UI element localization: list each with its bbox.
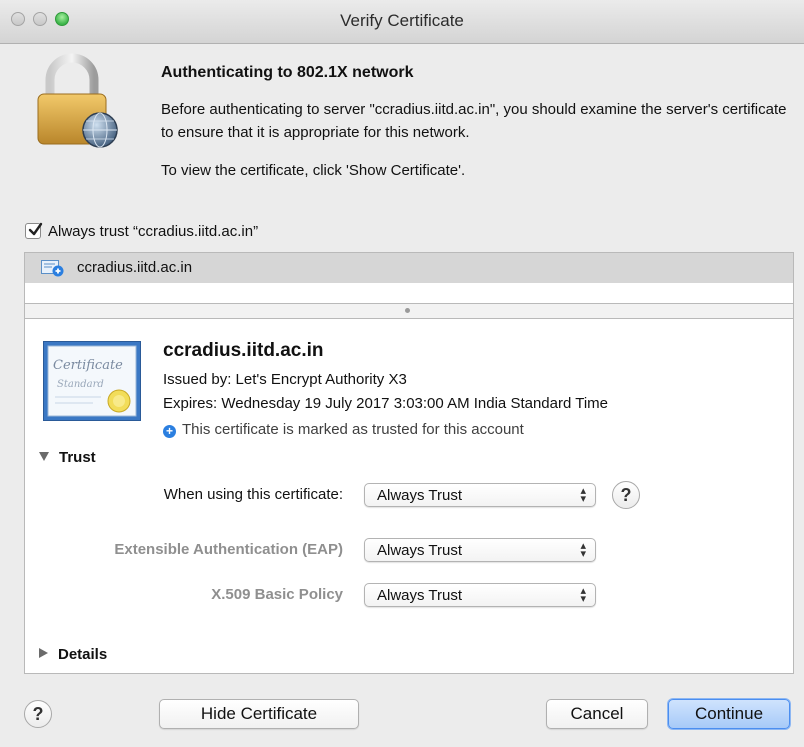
checkmark-icon <box>28 222 43 236</box>
x509-label: X.509 Basic Policy <box>211 586 343 603</box>
continue-button[interactable]: Continue <box>668 699 790 729</box>
list-item-label: ccradius.iitd.ac.in <box>77 259 193 276</box>
when-using-value: Always Trust <box>377 487 463 504</box>
x509-value: Always Trust <box>377 587 463 604</box>
title-bar[interactable]: Verify Certificate <box>0 0 804 44</box>
help-button[interactable]: ? <box>24 700 52 728</box>
details-disclosure[interactable]: Details <box>39 646 107 663</box>
list-item[interactable]: ccradius.iitd.ac.in <box>25 253 793 283</box>
x509-select[interactable]: Always Trust ▴ ▾ <box>364 583 596 607</box>
hide-certificate-button[interactable]: Hide Certificate <box>159 699 359 729</box>
always-trust-label[interactable]: Always trust “ccradius.iitd.ac.in” <box>48 223 258 240</box>
trust-disclosure[interactable]: Trust <box>39 449 96 466</box>
details-section-label: Details <box>58 646 108 663</box>
window-title: Verify Certificate <box>340 11 464 30</box>
certificate-list[interactable]: ccradius.iitd.ac.in <box>24 252 794 304</box>
plus-circle-icon: + <box>163 425 176 438</box>
svg-text:Certificate: Certificate <box>53 358 123 373</box>
certificate-detail-panel: Certificate Standard ccradius.iitd.ac.in… <box>24 318 794 674</box>
select-arrows-icon: ▴ ▾ <box>580 485 586 505</box>
auth-description: Before authenticating to server "ccradiu… <box>161 101 787 141</box>
grip-icon <box>405 308 410 313</box>
lock-icon <box>24 50 124 150</box>
certificate-name: ccradius.iitd.ac.in <box>163 340 324 361</box>
select-arrows-icon: ▴ ▾ <box>580 585 586 605</box>
when-using-label: When using this certificate: <box>163 486 343 503</box>
certificate-icon: Certificate Standard <box>43 341 141 421</box>
eap-label: Extensible Authentication (EAP) <box>114 541 343 558</box>
disclosure-right-icon <box>39 648 48 658</box>
auth-heading: Authenticating to 802.1X network <box>161 64 414 81</box>
trusted-note: + This certificate is marked as trusted f… <box>163 421 524 438</box>
trust-section-label: Trust <box>59 449 96 466</box>
verify-certificate-dialog: Verify Certificate Authenticating to 802… <box>0 0 804 747</box>
always-trust-checkbox[interactable] <box>25 222 43 239</box>
eap-value: Always Trust <box>377 542 463 559</box>
certificate-issuer: Issued by: Let's Encrypt Authority X3 <box>163 371 407 388</box>
certificate-expiry: Expires: Wednesday 19 July 2017 3:03:00 … <box>163 395 608 412</box>
trust-help-button[interactable]: ? <box>612 481 640 509</box>
when-using-select[interactable]: Always Trust ▴ ▾ <box>364 483 596 507</box>
eap-select[interactable]: Always Trust ▴ ▾ <box>364 538 596 562</box>
trusted-note-text: This certificate is marked as trusted fo… <box>182 421 524 438</box>
select-arrows-icon: ▴ ▾ <box>580 540 586 560</box>
svg-text:Standard: Standard <box>57 379 104 390</box>
disclosure-down-icon <box>39 452 49 461</box>
certificate-small-icon <box>41 260 64 277</box>
cancel-button[interactable]: Cancel <box>546 699 648 729</box>
view-certificate-hint: To view the certificate, click 'Show Cer… <box>161 162 466 179</box>
splitter-handle[interactable] <box>24 304 794 318</box>
